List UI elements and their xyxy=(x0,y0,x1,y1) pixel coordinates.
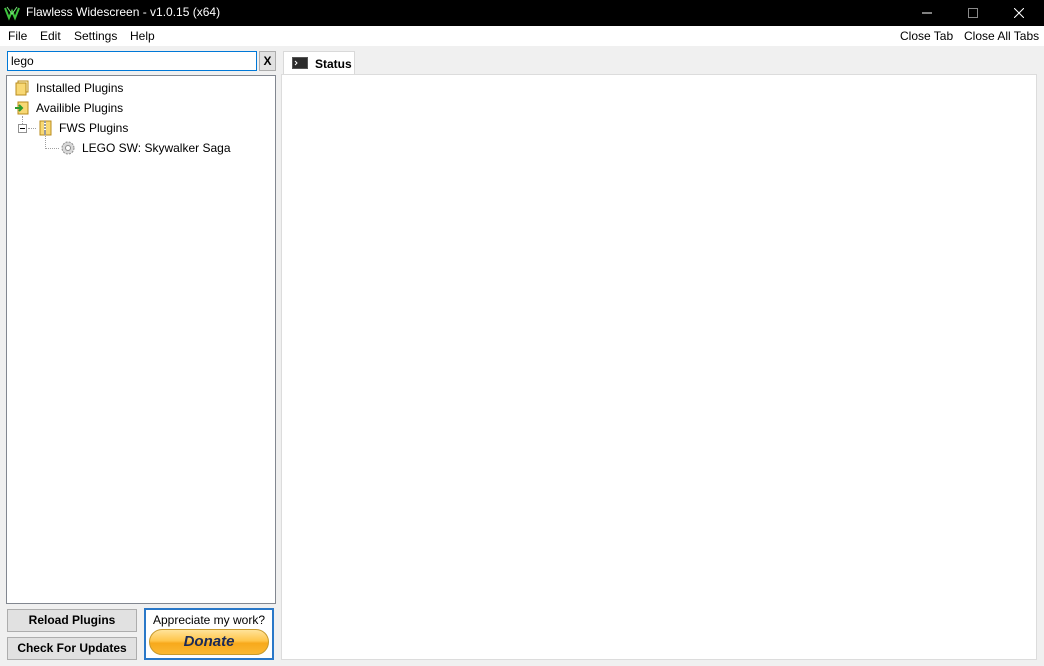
menu-help[interactable]: Help xyxy=(130,29,155,43)
tree-node-label: Availible Plugins xyxy=(36,101,124,115)
menu-bar: File Edit Settings Help xyxy=(0,26,1044,46)
console-icon xyxy=(292,57,308,69)
add-folder-icon xyxy=(15,101,29,115)
window-title: Flawless Widescreen - v1.0.15 (x64) xyxy=(26,5,221,19)
folder-icon xyxy=(15,80,29,96)
plugin-tree: Installed Plugins Availible Plugins FWS … xyxy=(6,75,276,604)
minimize-icon xyxy=(922,12,932,14)
tab-status[interactable]: Status xyxy=(283,51,355,75)
tree-node-lego-sw-skywalker-saga[interactable]: LEGO SW: Skywalker Saga xyxy=(60,140,231,156)
donate-panel: Appreciate my work? Donate xyxy=(144,608,274,660)
close-tab-button[interactable]: Close Tab xyxy=(900,29,953,43)
tree-node-label: FWS Plugins xyxy=(59,121,129,135)
tree-node-label: Installed Plugins xyxy=(36,81,124,95)
close-all-tabs-button[interactable]: Close All Tabs xyxy=(964,29,1039,43)
close-icon xyxy=(1014,8,1024,18)
zip-folder-icon xyxy=(39,120,52,136)
check-for-updates-button[interactable]: Check For Updates xyxy=(7,637,137,660)
close-button[interactable] xyxy=(996,0,1042,26)
maximize-button[interactable] xyxy=(950,0,996,26)
clear-search-button[interactable]: X xyxy=(259,51,276,71)
donate-prompt: Appreciate my work? xyxy=(152,613,266,627)
maximize-icon xyxy=(968,8,978,18)
tree-node-fws-plugins[interactable]: FWS Plugins xyxy=(37,120,128,136)
search-input[interactable] xyxy=(8,52,256,70)
minimize-button[interactable] xyxy=(904,0,950,26)
menu-settings[interactable]: Settings xyxy=(74,29,117,43)
tree-connector xyxy=(28,128,36,129)
tree-collapse-toggle[interactable] xyxy=(18,124,27,133)
gear-icon xyxy=(61,141,75,155)
menu-file[interactable]: File xyxy=(8,29,27,43)
donate-button[interactable]: Donate xyxy=(149,629,269,655)
tab-content-status xyxy=(281,74,1037,660)
tree-node-installed-plugins[interactable]: Installed Plugins xyxy=(14,80,123,96)
tree-node-label: LEGO SW: Skywalker Saga xyxy=(82,141,231,155)
tree-node-available-plugins[interactable]: Availible Plugins xyxy=(14,100,123,116)
app-logo-icon xyxy=(4,6,20,21)
menu-edit[interactable]: Edit xyxy=(40,29,61,43)
reload-plugins-button[interactable]: Reload Plugins xyxy=(7,609,137,632)
tab-label: Status xyxy=(315,57,352,71)
title-bar: Flawless Widescreen - v1.0.15 (x64) xyxy=(0,0,1044,26)
search-box xyxy=(7,51,257,71)
tree-connector xyxy=(45,148,59,149)
tree-connector xyxy=(22,116,23,124)
